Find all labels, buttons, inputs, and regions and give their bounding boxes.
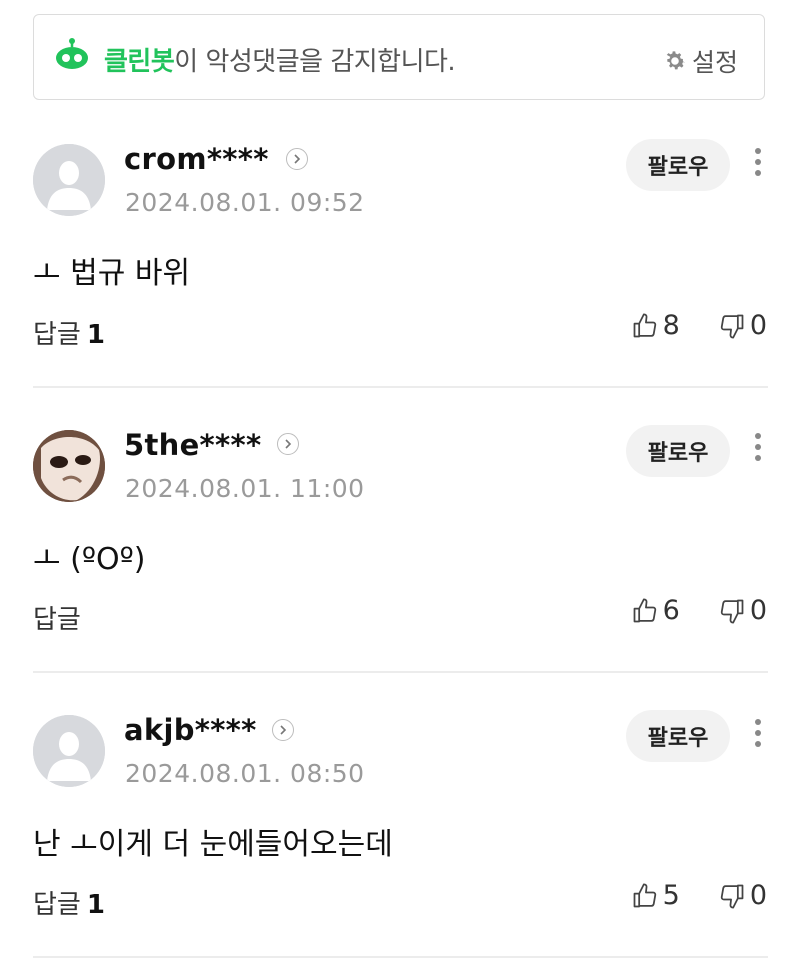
divider [33,956,768,958]
comment-text: ㅗ 법규 바위 [33,256,191,291]
avatar[interactable] [33,715,105,787]
cleanbot-brand: 클린봇 [104,47,175,77]
more-options-icon[interactable] [753,719,763,752]
avatar[interactable] [33,430,105,502]
like-button[interactable]: 8 [631,310,680,341]
reply-button[interactable]: 답글 [33,599,87,636]
vote-controls: 8 0 [631,310,767,341]
like-button[interactable]: 6 [631,595,680,626]
comment-text: 난 ㅗ이게 더 눈에들어오는데 [33,827,393,862]
follow-button[interactable]: 팔로우 [626,710,730,762]
default-avatar-icon [33,715,105,787]
thumbs-up-icon [633,312,656,337]
dislike-button[interactable]: 0 [718,310,767,341]
follow-button[interactable]: 팔로우 [626,139,730,191]
reply-button[interactable]: 답글 1 [33,884,105,921]
reply-count: 1 [86,890,105,920]
vote-controls: 5 0 [631,880,767,911]
reply-label: 답글 [33,890,81,920]
more-options-icon[interactable] [753,148,763,181]
vote-controls: 6 0 [631,595,767,626]
username[interactable]: 5the**** [124,428,261,462]
reply-label: 답글 [33,605,81,635]
like-button[interactable]: 5 [631,880,680,911]
cleanbot-message: 클린봇이 악성댓글을 감지합니다. [104,41,456,78]
profile-photo [33,430,105,502]
username[interactable]: crom**** [124,142,269,176]
like-count: 6 [662,595,680,626]
more-options-icon[interactable] [753,433,763,466]
chevron-right-icon[interactable] [272,719,294,741]
gear-icon [666,51,686,70]
thumbs-up-icon [633,882,656,907]
follow-button[interactable]: 팔로우 [626,425,730,477]
chevron-right-icon[interactable] [286,148,308,170]
comment-text: ㅗ (ºOº) [33,542,146,577]
dislike-count: 0 [749,595,767,626]
reply-button[interactable]: 답글 1 [33,314,105,351]
reply-count: 1 [86,320,105,350]
divider [33,386,768,388]
cleanbot-message-text: 이 악성댓글을 감지합니다. [174,47,456,77]
dislike-button[interactable]: 0 [718,880,767,911]
cleanbot-banner: 클린봇이 악성댓글을 감지합니다. 설정 [33,14,765,100]
chevron-right-icon[interactable] [277,433,299,455]
thumbs-up-icon [633,597,656,622]
default-avatar-icon [33,144,105,216]
dislike-button[interactable]: 0 [718,595,767,626]
reply-label: 답글 [33,320,81,350]
avatar[interactable] [33,144,105,216]
comment-date: 2024.08.01. 08:50 [125,759,365,788]
robot-icon [56,38,88,69]
settings-button[interactable]: 설정 [662,43,738,79]
settings-label: 설정 [691,48,738,77]
thumbs-down-icon [720,599,744,624]
dislike-count: 0 [749,880,767,911]
like-count: 5 [662,880,680,911]
comment-date: 2024.08.01. 09:52 [125,188,365,217]
dislike-count: 0 [749,310,767,341]
comment-date: 2024.08.01. 11:00 [125,474,365,503]
divider [33,671,768,673]
thumbs-down-icon [720,884,744,909]
like-count: 8 [662,310,680,341]
thumbs-down-icon [720,314,744,339]
username[interactable]: akjb**** [124,713,257,747]
